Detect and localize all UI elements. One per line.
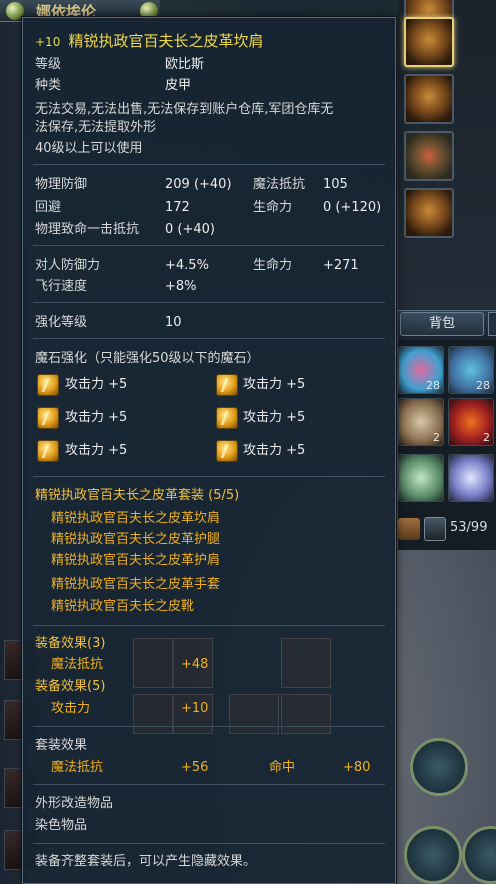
divider [33, 164, 385, 165]
set-item: 精锐执政官百夫长之皮靴 [51, 599, 195, 614]
dyed-item: 染色物品 [35, 818, 88, 833]
full-effect-value: +56 [181, 760, 209, 775]
stat-value: 105 [323, 177, 348, 192]
divider [33, 338, 385, 339]
bag-icon[interactable] [398, 518, 420, 540]
stat-value: 209 (+40) [165, 177, 232, 192]
level-requirement: 40级以上可以使用 [35, 141, 143, 156]
inventory-slot[interactable] [398, 454, 444, 502]
effect5-header: 装备效果(5) [35, 679, 106, 694]
stat-value: 0 (+40) [165, 222, 215, 237]
level-value: 欧比斯 [165, 57, 205, 72]
divider [33, 843, 385, 844]
manastone-icon [37, 374, 59, 396]
stat-label: 回避 [35, 200, 62, 215]
compass-hud-button[interactable] [404, 826, 462, 884]
manastone-stat: 攻击力 +5 [65, 443, 128, 458]
inventory-slot[interactable]: 28 [398, 346, 444, 394]
inventory-slot[interactable] [448, 454, 494, 502]
enhance-label: 强化等级 [35, 315, 88, 330]
divider [33, 245, 385, 246]
divider [33, 625, 385, 626]
equip-slot-shoulders[interactable] [404, 74, 454, 124]
item-count: 2 [433, 431, 440, 444]
item-count: 28 [426, 379, 440, 392]
manastone-icon [37, 407, 59, 429]
stat-label: 物理致命一击抵抗 [35, 222, 140, 237]
manastone-icon [216, 407, 238, 429]
ghost-skill-slot [133, 694, 173, 734]
set-item: 精锐执政官百夫长之皮革护腿 [51, 532, 221, 547]
stat-label: 生命力 [253, 200, 293, 215]
full-effect-value: +80 [343, 760, 371, 775]
inventory-slot[interactable]: 2 [398, 398, 444, 446]
stat-label: 物理防御 [35, 177, 88, 192]
item-name: 精锐执政官百夫长之皮革坎肩 [68, 32, 264, 50]
stat-label: 魔法抵抗 [253, 177, 306, 192]
set-item: 精锐执政官百夫长之皮革手套 [51, 577, 221, 592]
enhance-value: 10 [165, 315, 182, 330]
item-count: 28 [476, 379, 490, 392]
full-effect-label: 命中 [269, 760, 296, 775]
set-item: 精锐执政官百夫长之皮革护肩 [51, 553, 221, 568]
ghost-skill-slot [281, 694, 331, 734]
inventory-capacity: 53/99 [450, 520, 488, 535]
manastone-stat: 攻击力 +5 [65, 410, 128, 425]
cube-icon[interactable] [424, 517, 446, 541]
type-label: 种类 [35, 78, 62, 93]
bonus-value: +8% [165, 279, 197, 294]
ghost-skill-slot [281, 638, 331, 688]
stat-value: 0 (+120) [323, 200, 382, 215]
set-item: 精锐执政官百夫长之皮革坎肩 [51, 511, 221, 526]
manastone-header: 魔石强化（只能强化50级以下的魔石） [35, 351, 260, 366]
effect5-label: 攻击力 [51, 701, 91, 716]
inventory-slot[interactable]: 2 [448, 398, 494, 446]
equip-slot-ring[interactable] [404, 131, 454, 181]
stat-value: 172 [165, 200, 190, 215]
manastone-icon [216, 374, 238, 396]
set-header: 精锐执政官百夫长之皮革套装 (5/5) [35, 488, 240, 503]
tab-inventory-secondary[interactable] [488, 312, 496, 336]
bonus-label: 生命力 [253, 258, 293, 273]
set-footer-note: 装备齐整套装后，可以产生隐藏效果。 [35, 854, 257, 869]
equip-slot-chest[interactable] [404, 17, 454, 67]
ghost-skill-slot [229, 694, 279, 734]
restrictions-line: 法保存,无法提取外形 [35, 120, 157, 135]
manastone-stat: 攻击力 +5 [65, 377, 128, 392]
effect3-value: +48 [181, 657, 209, 672]
character-hud-button[interactable] [410, 738, 468, 796]
divider [33, 476, 385, 477]
type-value: 皮甲 [165, 78, 192, 93]
effect3-label: 魔法抵抗 [51, 657, 104, 672]
item-tooltip: +10 精锐执政官百夫长之皮革坎肩 等级 欧比斯 种类 皮甲 无法交易,无法出售… [22, 17, 396, 884]
effect5-value: +10 [181, 701, 209, 716]
divider [33, 302, 385, 303]
manastone-stat: 攻击力 +5 [243, 443, 306, 458]
manastone-icon [216, 440, 238, 462]
restrictions-line: 无法交易,无法出售,无法保存到账户仓库,军团仓库无 [35, 102, 334, 117]
equip-slot-boots[interactable] [404, 188, 454, 238]
bonus-label: 对人防御力 [35, 258, 101, 273]
full-effect-label: 魔法抵抗 [51, 760, 104, 775]
bonus-label: 飞行速度 [35, 279, 88, 294]
bonus-value: +271 [323, 258, 359, 273]
enchant-level: +10 [35, 35, 61, 49]
item-title: +10 精锐执政官百夫长之皮革坎肩 [35, 32, 263, 52]
tab-inventory[interactable]: 背包 [400, 312, 484, 336]
inventory-slot[interactable]: 28 [448, 346, 494, 394]
manastone-icon [37, 440, 59, 462]
divider [33, 726, 385, 727]
manastone-stat: 攻击力 +5 [243, 377, 306, 392]
divider [33, 784, 385, 785]
level-label: 等级 [35, 57, 62, 72]
effect3-header: 装备效果(3) [35, 636, 106, 651]
full-set-header: 套装效果 [35, 738, 88, 753]
bonus-value: +4.5% [165, 258, 209, 273]
ghost-skill-slot [133, 638, 173, 688]
appearance-modified: 外形改造物品 [35, 796, 114, 811]
manastone-stat: 攻击力 +5 [243, 410, 306, 425]
item-count: 2 [483, 431, 490, 444]
